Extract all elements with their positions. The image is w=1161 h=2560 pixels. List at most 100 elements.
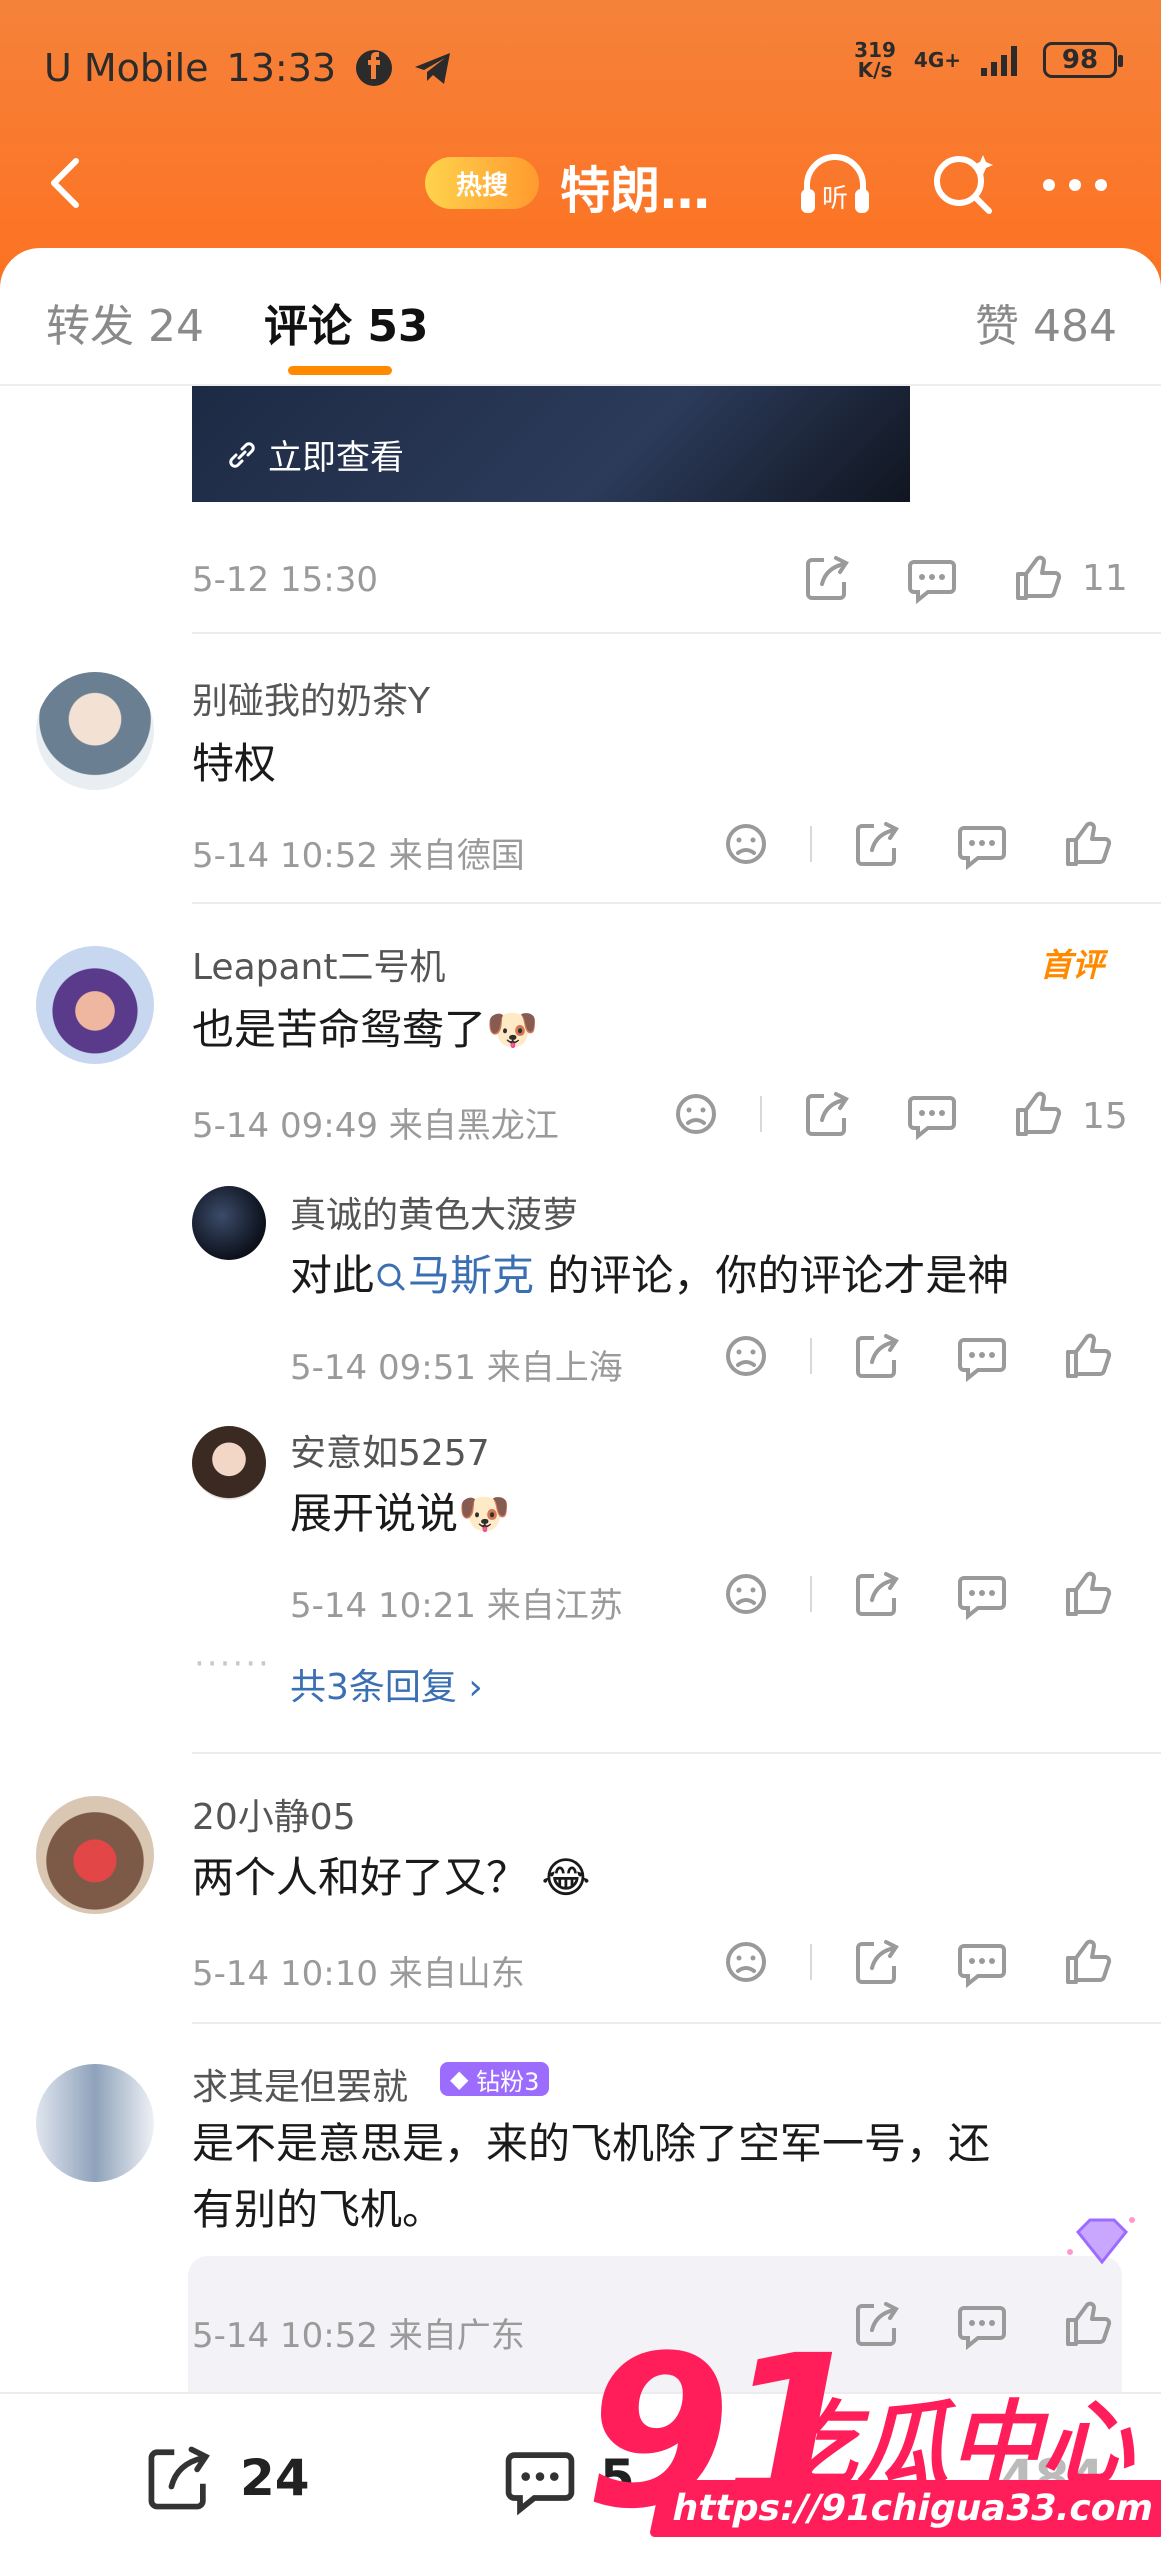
mention-label: 马斯克 [408, 1251, 535, 1300]
divider [192, 902, 1161, 904]
tab-comments[interactable]: 评论 53 [264, 290, 429, 354]
share-button[interactable] [850, 1328, 906, 1384]
repost-count[interactable]: 24 [240, 2449, 310, 2507]
avatar[interactable] [36, 672, 154, 790]
comment-username[interactable]: 20小静05 [192, 1788, 356, 1840]
sad-face-icon [676, 1094, 716, 1134]
avatar[interactable] [192, 1186, 266, 1260]
sad-face-icon [726, 824, 766, 864]
post-time: 5-12 15:30 [192, 560, 378, 600]
search-icon[interactable] [925, 149, 1005, 219]
comment-list: 立即查看 5-12 15:30 11 别碰我的奶茶Y 特权 5-14 10:52… [0, 386, 1161, 2422]
first-comment-badge: 首评 [1040, 946, 1105, 984]
comment-icon [908, 1096, 956, 1141]
network-type: 4G+ [913, 48, 961, 72]
watermark-logo: 91 吃瓜中心 https://91chigua33.com [565, 2310, 1161, 2560]
reply-text: 对此 马斯克 的评论，你的评论才是神 [290, 1242, 1009, 1303]
divider [760, 1096, 762, 1132]
headphones-icon[interactable]: 听 [795, 149, 875, 219]
divider [810, 1338, 812, 1374]
tab-repost[interactable]: 转发 24 [46, 290, 204, 354]
diamond-icon: ◆ [450, 2065, 477, 2093]
speed-unit: K/s [857, 58, 893, 82]
divider [192, 1752, 1161, 1754]
comment-text: 特权 [192, 739, 277, 788]
share-button[interactable] [850, 1934, 906, 1990]
comment-button[interactable] [904, 550, 960, 606]
reply-meta: 5-14 09:51 来自上海 [290, 1348, 623, 1388]
dislike-button[interactable] [718, 1934, 774, 1990]
hot-search-label: 热搜 [455, 170, 508, 201]
battery-level: 98 [1061, 45, 1099, 75]
share-button[interactable] [850, 1566, 906, 1622]
share-icon [856, 1940, 899, 1984]
comment-meta: 5-14 10:52 来自德国 [192, 836, 525, 876]
dislike-button[interactable] [718, 1566, 774, 1622]
status-right: 319 K/s 4G+ 98 [854, 38, 1123, 82]
like-button[interactable] [1060, 816, 1116, 872]
like-button[interactable] [1060, 1566, 1116, 1622]
facebook-icon [356, 50, 393, 86]
search-icon [377, 1263, 405, 1291]
avatar[interactable] [36, 1796, 154, 1914]
comment-button[interactable] [954, 1934, 1010, 1990]
avatar[interactable] [36, 2064, 154, 2182]
telegram-icon [415, 53, 451, 84]
reply-username[interactable]: 安意如5257 [290, 1424, 490, 1476]
comments-sheet: 转发 24 评论 53 赞 484 立即查看 5-12 15:30 11 别碰我… [0, 248, 1161, 2560]
comment-username[interactable]: 求其是但罢就 [192, 2058, 408, 2110]
hot-search-badge[interactable]: 热搜 [425, 157, 539, 209]
comment-icon [958, 1576, 1006, 1621]
mention-link[interactable]: 马斯克 [374, 1251, 534, 1300]
diamond-sparkle-icon [1067, 2217, 1135, 2265]
dislike-button[interactable] [718, 1328, 774, 1384]
thumbs-up-icon [1066, 1939, 1112, 1984]
share-button[interactable] [850, 816, 906, 872]
more-replies-link[interactable]: 共3条回复 › [290, 1658, 483, 1710]
share-icon [856, 822, 899, 866]
comment-meta: 5-14 10:10 来自山东 [192, 1954, 525, 1994]
dislike-button[interactable] [668, 1086, 724, 1142]
comment-username[interactable]: 别碰我的奶茶Y [192, 672, 430, 724]
comment-button[interactable] [954, 1328, 1010, 1384]
battery-icon: 98 [1043, 42, 1123, 78]
fan-level-badge: ◆ 钻粉3 [440, 2062, 550, 2096]
like-count: 15 [1082, 1096, 1128, 1137]
comment-username[interactable]: Leapant二号机 [192, 938, 445, 990]
view-now-link[interactable]: 立即查看 [226, 430, 404, 479]
comment-icon [958, 1338, 1006, 1383]
dislike-button[interactable] [718, 816, 774, 872]
reply-meta: 5-14 10:21 来自江苏 [290, 1586, 623, 1626]
more-icon[interactable] [1035, 149, 1115, 219]
reply-username[interactable]: 真诚的黄色大菠萝 [290, 1186, 578, 1238]
divider [192, 632, 1161, 634]
clock: 13:33 [226, 46, 337, 90]
comment-button[interactable] [904, 1086, 960, 1142]
media-preview[interactable]: 立即查看 [192, 386, 910, 502]
fan-level-label: 钻粉3 [476, 2067, 540, 2096]
status-bar: U Mobile 13:33 [44, 44, 454, 92]
like-button[interactable] [1060, 1328, 1116, 1384]
like-button[interactable] [1010, 1086, 1066, 1142]
comment-button[interactable] [954, 1566, 1010, 1622]
speed-value: 319 [854, 38, 896, 62]
sad-face-icon [726, 1336, 766, 1376]
like-count: 11 [1082, 558, 1128, 599]
like-button[interactable] [1060, 1934, 1116, 1990]
back-arrow-icon[interactable] [38, 153, 98, 213]
avatar[interactable] [36, 946, 154, 1064]
share-icon [806, 556, 849, 600]
tab-likes[interactable]: 赞 484 [975, 290, 1117, 354]
thumbs-up-icon [1066, 1571, 1112, 1616]
share-icon [856, 1334, 899, 1378]
avatar[interactable] [192, 1426, 266, 1500]
like-button[interactable] [1010, 550, 1066, 606]
share-button[interactable] [800, 1086, 856, 1142]
sad-face-icon [726, 1942, 766, 1982]
repost-icon[interactable] [140, 2438, 220, 2518]
carrier-label: U Mobile [44, 46, 209, 90]
share-button[interactable] [800, 550, 856, 606]
comment-button[interactable] [954, 816, 1010, 872]
signal-icon [981, 46, 1017, 76]
page-title[interactable]: 特朗… [560, 151, 710, 223]
